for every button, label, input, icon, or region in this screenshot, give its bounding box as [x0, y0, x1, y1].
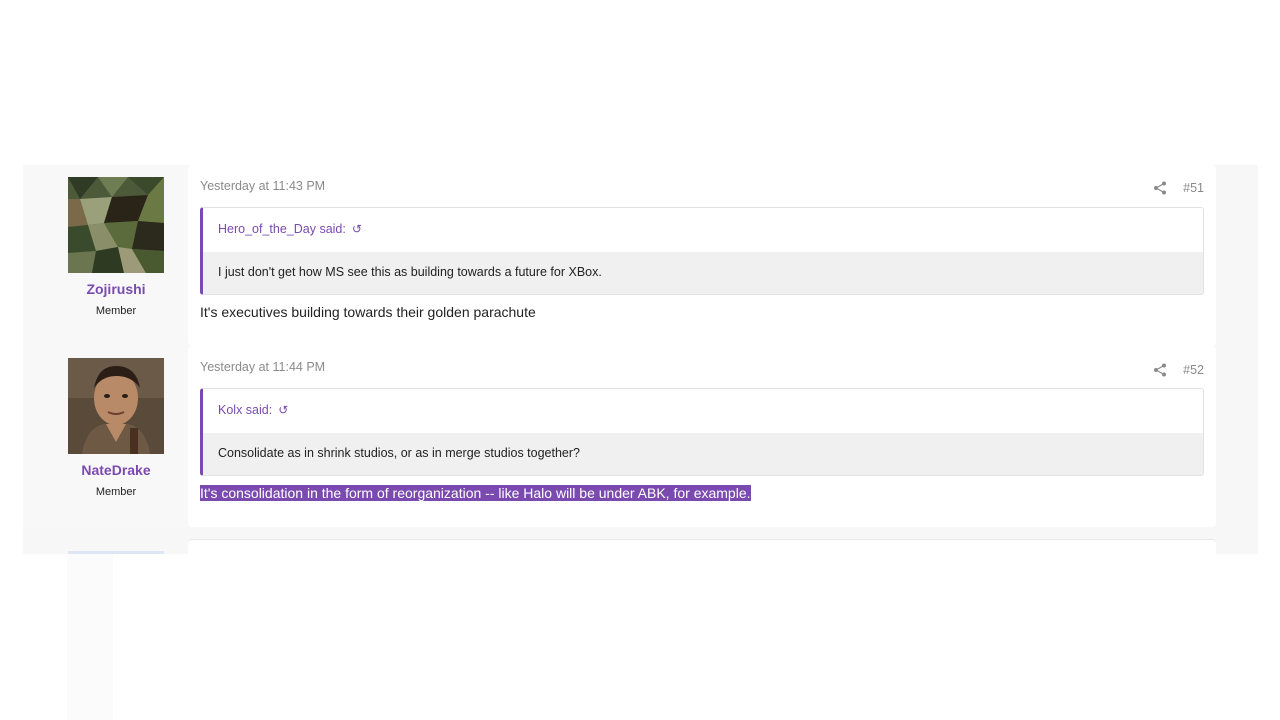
share-icon[interactable] — [1153, 363, 1167, 377]
share-icon[interactable] — [1153, 181, 1167, 195]
post-body: Yesterday at 11:43 PM #51 Hero_of_the_Da… — [188, 165, 1216, 346]
post-body: Yesterday at 11:44 PM #52 Kolx said: ↺ Co… — [188, 346, 1216, 527]
quote-author[interactable]: Hero_of_the_Day said: — [218, 222, 346, 236]
post-number[interactable]: #51 — [1183, 181, 1204, 195]
post-number[interactable]: #52 — [1183, 363, 1204, 377]
arrow-up-icon[interactable]: ↺ — [278, 403, 288, 417]
thread-viewport: Zojirushi Member Yesterday at 11:43 PM #… — [23, 165, 1258, 554]
avatar[interactable] — [68, 358, 164, 454]
camo-avatar-image — [68, 177, 164, 273]
quote-header[interactable]: Hero_of_the_Day said: ↺ — [203, 208, 1203, 252]
quote-author[interactable]: Kolx said: — [218, 403, 272, 417]
next-post-card — [188, 539, 1216, 554]
username[interactable]: NateDrake — [23, 462, 209, 478]
user-title: Member — [95, 305, 137, 317]
arrow-up-icon[interactable]: ↺ — [352, 222, 362, 236]
post-52: NateDrake Member Yesterday at 11:44 PM #… — [23, 346, 1216, 527]
post-timestamp[interactable]: Yesterday at 11:44 PM — [200, 360, 325, 374]
post-51: Zojirushi Member Yesterday at 11:43 PM #… — [23, 165, 1216, 346]
portrait-avatar-image — [68, 358, 164, 454]
user-title: Member — [95, 486, 137, 498]
quote-block: Hero_of_the_Day said: ↺ I just don't get … — [200, 207, 1204, 295]
quote-block: Kolx said: ↺ Consolidate as in shrink stu… — [200, 388, 1204, 476]
post-timestamp[interactable]: Yesterday at 11:43 PM — [200, 179, 325, 193]
username[interactable]: Zojirushi — [23, 281, 209, 297]
post-message: It's executives building towards their g… — [200, 304, 536, 320]
empty-author-column-extension — [67, 554, 113, 720]
post-message-selected: It's consolidation in the form of reorga… — [200, 485, 751, 501]
quote-text: Consolidate as in shrink studios, or as … — [203, 433, 1203, 475]
quote-header[interactable]: Kolx said: ↺ — [203, 389, 1203, 433]
avatar[interactable] — [68, 177, 164, 273]
quote-text: I just don't get how MS see this as buil… — [203, 252, 1203, 294]
